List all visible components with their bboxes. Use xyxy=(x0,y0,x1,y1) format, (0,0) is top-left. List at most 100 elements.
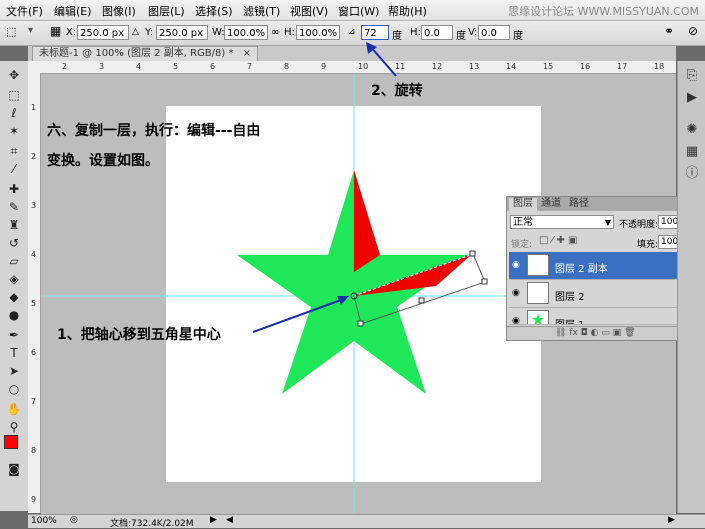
eye-icon[interactable]: ◉ xyxy=(512,260,522,270)
zoom-level[interactable]: 100% xyxy=(31,516,57,526)
actions-panel-icon[interactable]: ▶ xyxy=(683,89,701,107)
menu-image[interactable]: 图像(I) xyxy=(102,3,136,19)
magic-wand-icon[interactable]: ✶ xyxy=(6,123,22,139)
ruler-vertical: 1 2 3 4 5 6 7 8 9 xyxy=(28,73,41,513)
info-panel-icon[interactable]: ⓘ xyxy=(683,165,701,183)
menu-help[interactable]: 帮助(H) xyxy=(388,3,427,19)
ruler-tick-label: 7 xyxy=(31,397,37,406)
transform-handle[interactable] xyxy=(469,250,476,257)
menu-filter[interactable]: 滤镜(T) xyxy=(243,3,280,19)
layer-row[interactable]: ◉ ★ 图层 1 xyxy=(509,308,693,325)
ruler-horizontal: 2 3 4 5 6 7 8 9 10 11 12 13 14 15 16 17 18 xyxy=(28,61,676,74)
tab-paths[interactable]: 路径 xyxy=(565,198,593,211)
ruler-tick-label: 15 xyxy=(543,62,554,71)
rotate-annotation: 2、旋转 xyxy=(371,83,423,99)
brush-tool-icon[interactable]: ✎ xyxy=(6,199,22,215)
ruler-tick-label: 5 xyxy=(173,62,179,71)
document-tab[interactable]: 未标题-1 @ 100% (图层 2 副本, RGB/8) * × xyxy=(32,46,259,62)
pen-tool-icon[interactable]: ✒ xyxy=(6,327,22,343)
menu-view[interactable]: 视图(V) xyxy=(290,3,328,19)
w-field[interactable]: 100.0% xyxy=(224,25,268,40)
x-field[interactable]: 250.0 px xyxy=(77,25,129,40)
lasso-tool-icon[interactable]: ℓ xyxy=(6,105,22,121)
ruler-tick-label: 2 xyxy=(62,62,68,71)
crop-tool-icon[interactable]: ⌗ xyxy=(6,143,22,159)
layer-row[interactable]: ◉ 图层 2 xyxy=(509,280,693,308)
shape-tool-icon[interactable]: ○ xyxy=(6,381,22,397)
ruler-tick-label: 14 xyxy=(506,62,517,71)
dodge-tool-icon[interactable]: ● xyxy=(6,307,22,323)
histogram-panel-icon[interactable]: ▦ xyxy=(683,143,701,161)
close-icon[interactable]: × xyxy=(243,48,251,59)
star-thumb-icon: ★ xyxy=(530,310,546,325)
blur-tool-icon[interactable]: ◆ xyxy=(6,289,22,305)
ruler-tick-label: 13 xyxy=(469,62,480,71)
navigator-panel-icon[interactable]: ✺ xyxy=(683,121,701,139)
paint-bucket-icon[interactable]: ◈ xyxy=(6,271,22,287)
scroll-left-icon[interactable]: ◀ xyxy=(226,515,233,525)
h-field[interactable]: 100.0% xyxy=(296,25,340,40)
foreground-color-swatch[interactable] xyxy=(4,435,18,449)
tab-layers[interactable]: 图层 xyxy=(509,198,537,211)
vskew-field[interactable]: 0.0 xyxy=(478,25,510,40)
step6-text-line2: 变换。设置如图。 xyxy=(47,153,159,169)
opacity-label: 不透明度: xyxy=(619,220,659,230)
document-tab-label: 未标题-1 @ 100% (图层 2 副本, RGB/8) * xyxy=(39,48,234,59)
type-tool-icon[interactable]: T xyxy=(6,345,22,361)
y-label: Y: xyxy=(145,27,154,38)
status-arrow-icon[interactable]: ▶ xyxy=(210,515,217,525)
healing-brush-icon[interactable]: ✚ xyxy=(6,181,22,197)
link-icon[interactable]: ∞ xyxy=(271,27,279,38)
menu-edit[interactable]: 编辑(E) xyxy=(54,3,92,19)
transform-handle[interactable] xyxy=(481,278,488,285)
ruler-tick-label: 1 xyxy=(31,103,37,112)
hskew-field[interactable]: 0.0 xyxy=(421,25,453,40)
status-menu-icon[interactable]: ◎ xyxy=(70,515,78,525)
reference-point-icon[interactable]: ▦ xyxy=(50,24,61,38)
chevron-down-icon: ▼ xyxy=(604,218,611,227)
eraser-icon[interactable]: ▱ xyxy=(6,253,22,269)
menu-window[interactable]: 窗口(W) xyxy=(338,3,379,19)
eyedropper-icon[interactable]: ⁄ xyxy=(6,161,22,177)
layer-thumbnail xyxy=(527,282,549,304)
menu-select[interactable]: 选择(S) xyxy=(195,3,233,19)
eye-icon[interactable]: ◉ xyxy=(512,288,522,298)
angle-field[interactable]: 72 xyxy=(361,25,389,40)
move-tool-icon[interactable]: ✥ xyxy=(6,67,22,83)
vskew-unit: 度 xyxy=(513,31,523,42)
transform-tool-icon[interactable]: ⬚ xyxy=(6,25,16,38)
menu-layer[interactable]: 图层(L) xyxy=(148,3,185,19)
ruler-tick-label: 12 xyxy=(432,62,443,71)
blend-mode-value: 正常 xyxy=(513,217,533,228)
history-brush-icon[interactable]: ↺ xyxy=(6,235,22,251)
y-field[interactable]: 250.0 px xyxy=(156,25,208,40)
transform-handle[interactable] xyxy=(418,297,425,304)
ruler-tick-label: 6 xyxy=(210,62,216,71)
ruler-tick-label: 17 xyxy=(617,62,628,71)
zoom-tool-icon[interactable]: ⚲ xyxy=(6,419,22,435)
path-select-icon[interactable]: ➤ xyxy=(6,363,22,379)
hand-tool-icon[interactable]: ✋ xyxy=(6,401,22,417)
history-panel-icon[interactable]: ⎘ xyxy=(683,67,701,85)
ruler-tick-label: 3 xyxy=(31,201,37,210)
warp-icon[interactable]: ⚭ xyxy=(664,24,674,38)
blend-mode-select[interactable]: 正常 ▼ xyxy=(510,215,614,229)
cancel-icon[interactable]: ⊘ xyxy=(688,24,698,38)
menu-file[interactable]: 文件(F) xyxy=(6,3,43,19)
quick-mask-icon[interactable]: ◙ xyxy=(6,461,22,477)
red-spike-top xyxy=(354,170,380,272)
doc-size: 文档:732.4K/2.02M xyxy=(110,519,194,529)
ruler-tick-label: 5 xyxy=(31,299,37,308)
transform-handle[interactable] xyxy=(357,320,364,327)
document-tab-strip: 未标题-1 @ 100% (图层 2 副本, RGB/8) * × xyxy=(28,46,676,62)
tab-channels[interactable]: 通道 xyxy=(537,198,565,211)
layer-row[interactable]: ◉ 图层 2 副本 xyxy=(509,252,693,280)
dropdown-arrow-icon[interactable]: ▾ xyxy=(28,25,33,36)
eye-icon[interactable]: ◉ xyxy=(512,316,522,324)
layers-panel-tabs: 图层 通道 路径 ▸≡ xyxy=(507,197,703,211)
scroll-right-icon[interactable]: ▶ xyxy=(668,515,675,525)
lock-icons[interactable]: □ ⁄ ✚ ▣ xyxy=(539,235,577,246)
layers-footer-icons[interactable]: ⛓ fx ◘ ◐ ▭ ▣ 🗑 xyxy=(507,326,703,340)
marquee-tool-icon[interactable]: ⬚ xyxy=(6,87,22,103)
clone-stamp-icon[interactable]: ♜ xyxy=(6,217,22,233)
